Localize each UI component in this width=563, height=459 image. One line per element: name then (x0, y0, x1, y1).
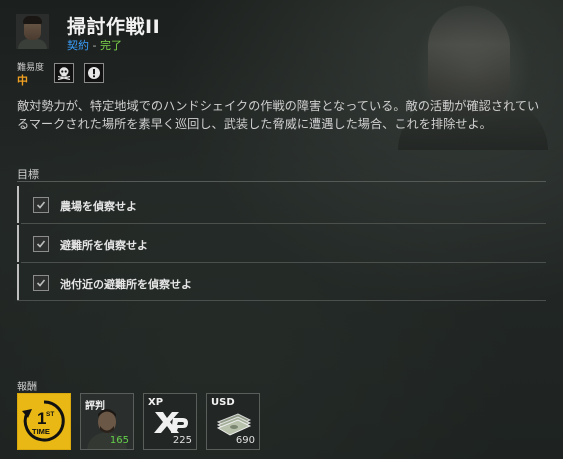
difficulty-value: 中 (17, 74, 28, 87)
objective-text: 池付近の避難所を偵察せよ (60, 278, 192, 291)
cash-icon (216, 413, 252, 436)
xp-icon (154, 412, 188, 433)
xp-value: 225 (172, 435, 192, 446)
first-time-text: TIME (32, 427, 50, 436)
objectives-bottom-divider (17, 300, 546, 301)
checkbox-checked-icon (33, 275, 49, 291)
mission-description: 敵対勢力が、特定地域でのハンドシェイクの作戦の障害となっている。敵の活動が確認さ… (17, 99, 540, 131)
objective-item: 農場を偵察せよ (17, 186, 546, 224)
objectives-list: 農場を偵察せよ 避難所を偵察せよ 池付近の避難所を偵察せよ (17, 186, 546, 303)
objectives-heading: 目標 (17, 168, 39, 181)
objective-item: 池付近の避難所を偵察せよ (17, 264, 546, 301)
reward-xp[interactable]: XP 225 (143, 393, 197, 450)
objective-item: 避難所を偵察せよ (17, 225, 546, 263)
reward-usd[interactable]: USD 690 (206, 393, 260, 450)
objective-text: 農場を偵察せよ (60, 200, 137, 213)
reward-reputation[interactable]: 評判 165 (80, 393, 134, 450)
mission-title: 掃討作戦II (67, 16, 161, 38)
contact-avatar (16, 14, 49, 49)
checkbox-checked-icon (33, 236, 49, 252)
xp-tag: XP (148, 397, 164, 408)
reputation-tag: 評判 (85, 401, 105, 412)
alert-icon (84, 63, 104, 83)
first-time-icon: 1 ST TIME (22, 400, 65, 442)
rewards-heading: 報酬 (17, 382, 37, 393)
checkbox-checked-icon (33, 197, 49, 213)
mission-subline: 契約 - 完了 (67, 37, 122, 53)
reputation-value: 165 (109, 435, 129, 446)
objectives-divider (17, 181, 546, 182)
reward-first-time[interactable]: 1 ST TIME (17, 393, 71, 450)
usd-tag: USD (211, 397, 235, 408)
skull-icon (54, 63, 74, 83)
contract-label: 契約 (67, 39, 89, 52)
status-complete: 完了 (99, 39, 122, 52)
usd-value: 690 (235, 435, 255, 446)
objective-text: 避難所を偵察せよ (60, 239, 148, 252)
status-separator: - (89, 39, 100, 52)
first-time-suffix: ST (46, 411, 54, 418)
